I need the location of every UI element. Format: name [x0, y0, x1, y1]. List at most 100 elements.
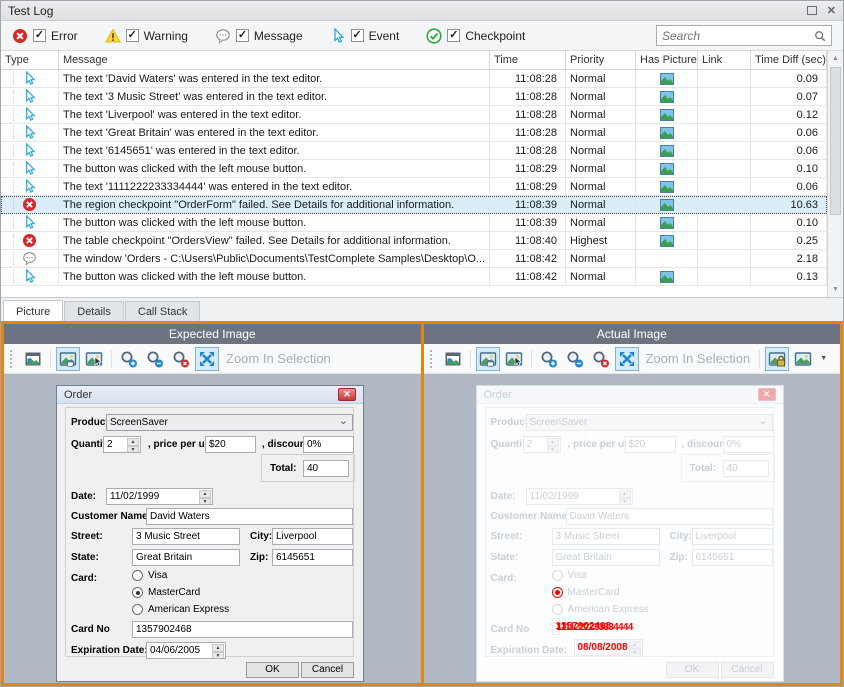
scroll-down-icon[interactable]: [828, 282, 843, 297]
pan-mode-button[interactable]: [476, 347, 500, 371]
row-link: [698, 232, 751, 249]
table-row[interactable]: The text '1111222233334444' was entered …: [1, 178, 827, 196]
event-icon: [22, 215, 37, 230]
row-priority: Normal: [566, 142, 636, 159]
col-message[interactable]: Message: [59, 51, 490, 69]
row-time: 11:08:40: [490, 232, 566, 249]
tab-call-stack[interactable]: Call Stack: [125, 301, 201, 321]
zoom-reset-button[interactable]: [589, 347, 613, 371]
table-row[interactable]: The table checkpoint "OrdersView" failed…: [1, 232, 827, 250]
table-row[interactable]: The window 'Orders - C:\Users\Public\Doc…: [1, 250, 827, 268]
tree-indent: [13, 144, 14, 157]
open-image-editor-button[interactable]: [441, 347, 465, 371]
row-link: [698, 160, 751, 177]
row-has-picture: [636, 196, 698, 213]
row-message: The button was clicked with the left mou…: [59, 268, 490, 285]
zoom-out-button[interactable]: [563, 347, 587, 371]
card-no-field-diff: 1357902468 1111222233334444: [552, 618, 560, 635]
col-type[interactable]: Type: [1, 51, 59, 69]
row-priority: Normal: [566, 70, 636, 87]
col-link[interactable]: Link: [698, 51, 751, 69]
table-row[interactable]: The text '3 Music Street' was entered in…: [1, 88, 827, 106]
error-icon: [22, 197, 37, 212]
table-row[interactable]: The text '6145651' was entered in the te…: [1, 142, 827, 160]
col-time-diff[interactable]: Time Diff (sec): [751, 51, 827, 69]
checkpoint-checkbox[interactable]: [447, 29, 460, 42]
order-dialog-titlebar: Order: [477, 386, 783, 404]
row-link: [698, 196, 751, 213]
zoom-in-selection-button[interactable]: [615, 347, 639, 371]
order-dialog-titlebar: Order: [57, 386, 363, 404]
row-message: The table checkpoint "OrdersView" failed…: [59, 232, 490, 249]
row-priority: Normal: [566, 250, 636, 267]
table-row[interactable]: The button was clicked with the left mou…: [1, 214, 827, 232]
filter-toolbar: Error Warning Message Event Checkpoint: [1, 21, 843, 51]
pan-mode-button[interactable]: [56, 347, 80, 371]
zip-label: Zip:: [670, 552, 688, 563]
tab-picture[interactable]: Picture: [3, 300, 63, 321]
picture-icon: [660, 271, 674, 283]
radio-mastercard-diff: MasterCard: [552, 587, 620, 598]
toolbar-grip[interactable]: [10, 350, 14, 368]
chevron-down-icon[interactable]: [817, 355, 830, 362]
toolbar-grip[interactable]: [430, 350, 434, 368]
table-row[interactable]: The button was clicked with the left mou…: [1, 268, 827, 286]
total-label: Total:: [690, 463, 716, 474]
total-field: 40: [303, 460, 349, 477]
zoom-in-button[interactable]: [117, 347, 141, 371]
order-dialog-title: Order: [64, 389, 92, 401]
row-priority: Normal: [566, 268, 636, 285]
scrollbar-thumb[interactable]: [830, 67, 841, 215]
lock-image-button[interactable]: [765, 347, 789, 371]
zip-label: Zip:: [250, 552, 268, 563]
select-mode-button[interactable]: [502, 347, 526, 371]
zoom-in-button[interactable]: [537, 347, 561, 371]
close-icon[interactable]: [827, 6, 836, 16]
col-priority[interactable]: Priority: [566, 51, 636, 69]
image-options-split-button[interactable]: [791, 347, 815, 371]
table-row[interactable]: The text 'Liverpool' was entered in the …: [1, 106, 827, 124]
tab-details[interactable]: Details: [64, 301, 124, 321]
row-type-cell: [1, 232, 59, 249]
message-checkbox[interactable]: [236, 29, 249, 42]
row-message: The region checkpoint "OrderForm" failed…: [59, 196, 490, 213]
message-icon: [22, 251, 37, 266]
picture-icon: [660, 163, 674, 175]
filter-warning: Warning: [105, 28, 188, 44]
row-link: [698, 124, 751, 141]
table-row[interactable]: The button was clicked with the left mou…: [1, 160, 827, 178]
actual-image-canvas[interactable]: Order Product: ScreenSaver Quantity: 2 ,…: [424, 374, 841, 683]
search-input[interactable]: [662, 29, 814, 43]
event-checkbox[interactable]: [351, 29, 364, 42]
row-type-cell: [1, 160, 59, 177]
table-row[interactable]: The region checkpoint "OrderForm" failed…: [1, 196, 827, 214]
row-has-picture: [636, 268, 698, 285]
total-box: Total: 40: [261, 454, 355, 482]
expected-image-canvas[interactable]: Order Product: ScreenSaver Quantity: 2 ,…: [4, 374, 421, 683]
vertical-scrollbar[interactable]: [827, 51, 843, 297]
row-message: The text '1111222233334444' was entered …: [59, 178, 490, 195]
float-window-icon[interactable]: [807, 6, 817, 15]
table-row[interactable]: The text 'Great Britain' was entered in …: [1, 124, 827, 142]
zoom-reset-button[interactable]: [169, 347, 193, 371]
radio-mastercard: MasterCard: [132, 587, 200, 598]
row-time: 11:08:29: [490, 178, 566, 195]
row-time-diff: 0.10: [751, 160, 827, 177]
row-has-picture: [636, 106, 698, 123]
zoom-out-button[interactable]: [143, 347, 167, 371]
product-select: ScreenSaver: [106, 414, 353, 431]
col-has-picture[interactable]: Has Picture: [636, 51, 698, 69]
warning-checkbox[interactable]: [126, 29, 139, 42]
state-label: State:: [491, 552, 519, 563]
open-image-editor-button[interactable]: [21, 347, 45, 371]
event-icon: [22, 269, 37, 284]
customer-name-field: David Waters: [566, 508, 773, 525]
col-time[interactable]: Time: [490, 51, 566, 69]
select-mode-button[interactable]: [82, 347, 106, 371]
actual-toolbar: Zoom In Selection: [424, 344, 841, 374]
picture-icon: [660, 91, 674, 103]
scroll-up-icon[interactable]: [828, 51, 843, 66]
table-row[interactable]: The text 'David Waters' was entered in t…: [1, 70, 827, 88]
zoom-in-selection-button[interactable]: [195, 347, 219, 371]
error-checkbox[interactable]: [33, 29, 46, 42]
